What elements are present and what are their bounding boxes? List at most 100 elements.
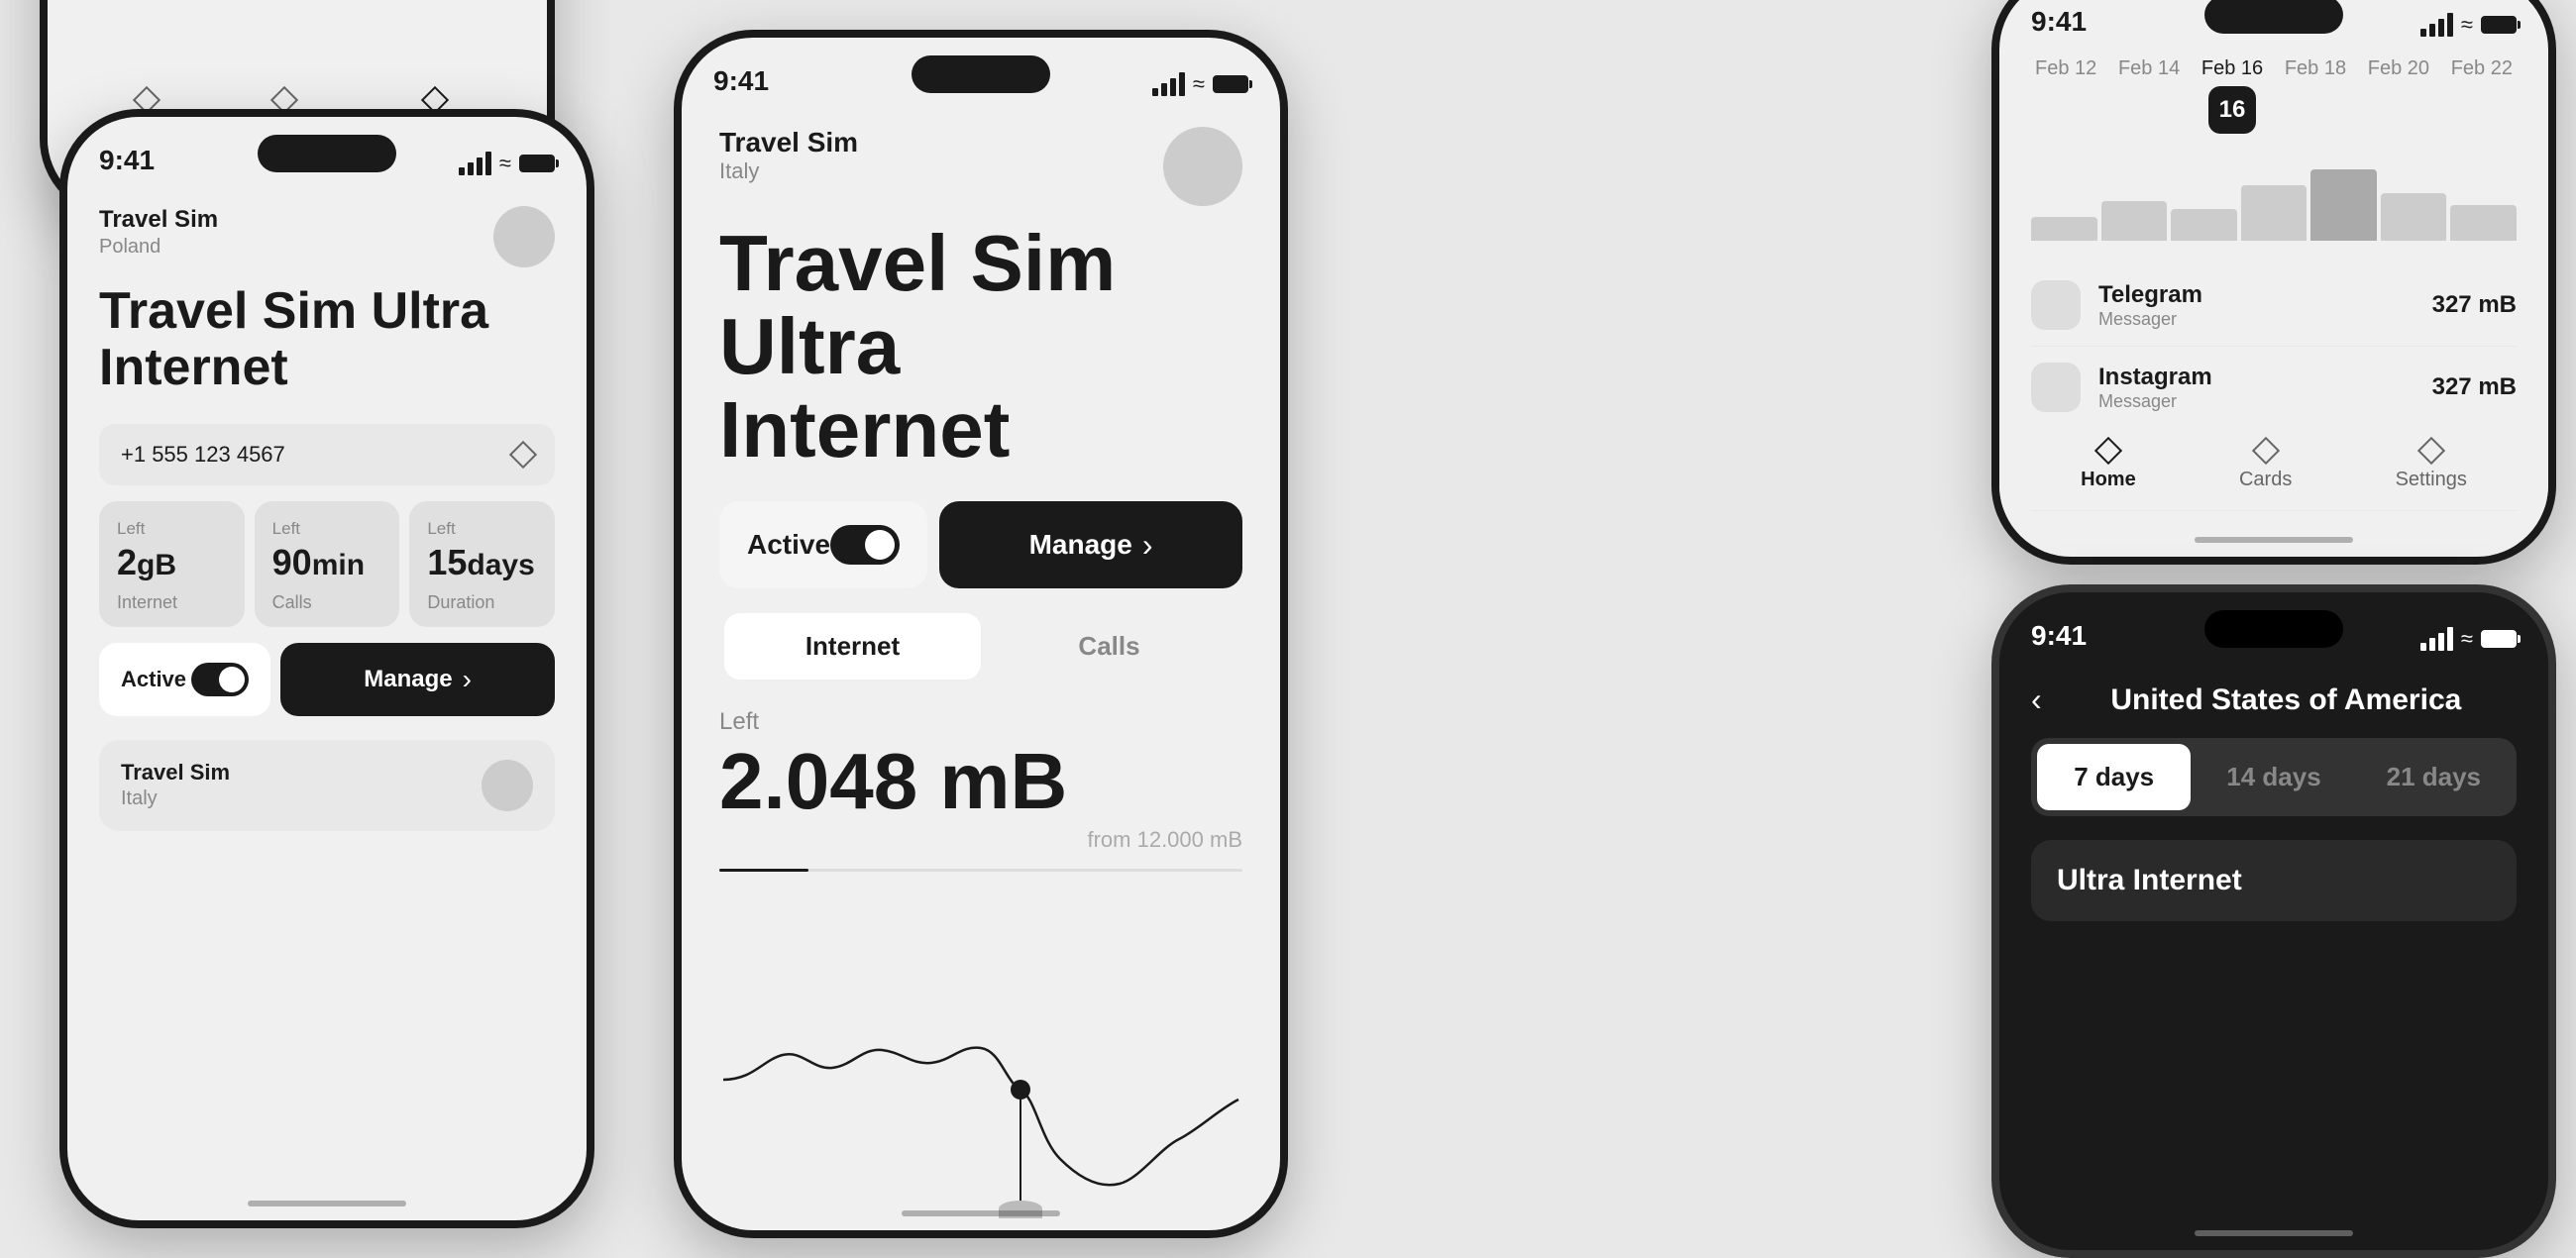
active-section-p3[interactable]: Active	[719, 501, 927, 588]
stat-value-2: 15days	[427, 545, 537, 580]
app-instagram[interactable]: Instagram Messager 327 mB	[2031, 347, 2517, 429]
phone-5: 9:41 ≈ ‹ United States of America	[1991, 584, 2556, 1258]
sim-name-p3: Travel Sim	[719, 127, 858, 158]
status-icons-p5: ≈	[2420, 626, 2517, 652]
ub0	[2031, 217, 2097, 241]
home-icon-p4	[2094, 437, 2122, 465]
manage-btn-text-p3: Manage	[1029, 529, 1132, 561]
stats-grid-p2: Left 2gB Internet Left 90min Calls Left	[99, 501, 555, 627]
nav-cards-p4[interactable]: Cards	[2239, 441, 2292, 491]
cal-feb14[interactable]: Feb 14	[2118, 57, 2180, 134]
sim-name-p2: Travel Sim	[99, 206, 218, 234]
cal-feb16[interactable]: Feb 16 16	[2201, 57, 2263, 134]
sim-card-mini-p2[interactable]: Travel Sim Italy	[99, 740, 555, 831]
phone-2-content: Travel Sim Poland Travel Sim Ultra Inter…	[67, 186, 587, 1220]
cal-feb22[interactable]: Feb 22	[2451, 57, 2513, 134]
b1p5	[2420, 643, 2426, 651]
ub3	[2241, 185, 2308, 241]
manage-btn-text-p2: Manage	[364, 666, 452, 693]
phone-number-row: +1 555 123 4567	[99, 424, 555, 485]
ub5	[2381, 193, 2447, 241]
phone-5-content: ‹ United States of America 7 days 14 day…	[1999, 662, 2548, 1250]
tab-calls[interactable]: Calls	[981, 613, 1237, 680]
status-icons-p4: ≈	[2420, 12, 2517, 38]
battery-p5	[2481, 630, 2517, 648]
sim-info-p2: Travel Sim Poland	[99, 206, 218, 259]
ub2	[2171, 209, 2237, 241]
plan-title-p5: Ultra Internet	[2057, 864, 2491, 897]
nav-settings-p4[interactable]: Settings	[2396, 441, 2467, 491]
back-arrow-p5[interactable]: ‹	[2031, 681, 2042, 718]
cal-label-5: Feb 22	[2451, 57, 2513, 80]
phone-number-icon	[509, 441, 537, 469]
b2p4	[2429, 24, 2435, 37]
day-21[interactable]: 21 days	[2357, 744, 2511, 810]
cal-label-1: Feb 14	[2118, 57, 2180, 80]
manage-btn-p3[interactable]: Manage ›	[939, 501, 1242, 588]
cal-feb12[interactable]: Feb 12	[2035, 57, 2096, 134]
telegram-type: Messager	[2098, 309, 2432, 330]
phone-2: 9:41 ≈ Travel Sim Poland	[59, 109, 594, 1228]
status-time-p3: 9:41	[713, 65, 769, 97]
b4p4	[2447, 13, 2453, 37]
active-label-p3: Active	[747, 529, 830, 561]
cal-label-3: Feb 18	[2285, 57, 2346, 80]
app-telegram[interactable]: Telegram Messager 327 mB	[2031, 264, 2517, 347]
cal-label-2: Feb 16	[2201, 57, 2263, 80]
nav-home-p4[interactable]: Home	[2081, 441, 2136, 491]
cards-icon-p4	[2251, 437, 2279, 465]
signal-p3	[1152, 72, 1185, 96]
home-indicator-p5	[2195, 1230, 2353, 1236]
b4	[1179, 72, 1185, 96]
stat-calls: Left 90min Calls	[255, 501, 400, 627]
day-7[interactable]: 7 days	[2037, 744, 2191, 810]
manage-btn-p2[interactable]: Manage ›	[280, 643, 555, 716]
nav-settings-label-p4: Settings	[2396, 469, 2467, 491]
sim-country-p3: Italy	[719, 158, 858, 184]
day-selector-p5: 7 days 14 days 21 days	[2031, 738, 2517, 816]
nav-home-label-p4: Home	[2081, 469, 2136, 491]
home-indicator-p4	[2195, 537, 2353, 543]
cal-feb18[interactable]: Feb 18	[2285, 57, 2346, 134]
toggle-lg-p3[interactable]	[830, 525, 900, 565]
sim-header-p3: Travel Sim Italy	[719, 127, 1242, 206]
stat-duration: Left 15days Duration	[409, 501, 555, 627]
b3p4	[2438, 19, 2444, 37]
phone-number: +1 555 123 4567	[121, 442, 285, 468]
day-14[interactable]: 14 days	[2197, 744, 2350, 810]
dynamic-island-p5	[2204, 610, 2343, 648]
tab-internet[interactable]: Internet	[724, 613, 981, 680]
active-toggle-p2[interactable]: Active	[99, 643, 270, 716]
wifi-p5: ≈	[2461, 626, 2473, 652]
wifi-p2: ≈	[499, 151, 511, 176]
sim-title-p3: Travel Sim Ultra Internet	[719, 222, 1242, 472]
telegram-icon	[2031, 280, 2081, 330]
cal-label-0: Feb 12	[2035, 57, 2096, 80]
status-icons-p2: ≈	[459, 151, 555, 176]
bar1	[459, 167, 465, 175]
battery-p4	[2481, 16, 2517, 34]
plan-card-p5[interactable]: Ultra Internet	[2031, 840, 2517, 921]
data-value-p3: 2.048 mB	[719, 742, 1242, 821]
sim-avatar-p2	[493, 206, 555, 267]
battery-p2	[519, 155, 555, 172]
cal-feb20[interactable]: Feb 20	[2368, 57, 2429, 134]
b3	[1170, 78, 1176, 96]
phone-3: 9:41 ≈ Travel Sim Italy	[674, 30, 1288, 1238]
data-progress-bar-p3	[719, 869, 1242, 872]
wave-svg	[719, 901, 1242, 1218]
toggle-switch-p2[interactable]	[191, 663, 249, 696]
data-from-p3: from 12.000 mB	[719, 827, 1242, 853]
ub6	[2450, 205, 2517, 241]
stat-value-0: 2gB	[117, 545, 227, 580]
data-progress-fill-p3	[719, 869, 808, 872]
instagram-name: Instagram	[2098, 364, 2432, 391]
toggle-manage-row-p2: Active Manage ›	[99, 643, 555, 716]
wave-path	[723, 1048, 1238, 1186]
manage-arrow-p2: ›	[463, 664, 472, 695]
telegram-name: Telegram	[2098, 281, 2432, 309]
phone-2-screen: 9:41 ≈ Travel Sim Poland	[67, 117, 587, 1220]
status-icons-p3: ≈	[1152, 71, 1248, 97]
wifi-p4: ≈	[2461, 12, 2473, 38]
instagram-icon	[2031, 363, 2081, 412]
